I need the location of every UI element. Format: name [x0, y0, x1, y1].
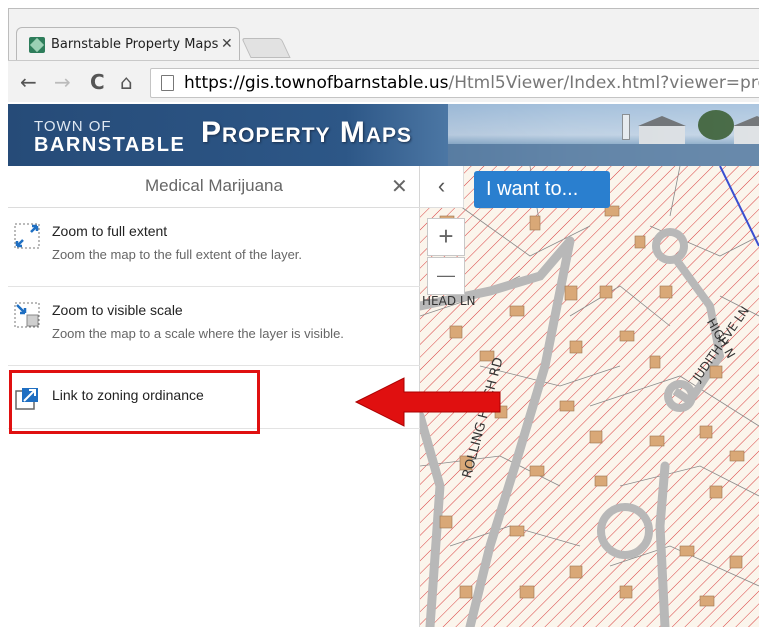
page-icon: [161, 75, 174, 91]
close-icon[interactable]: ✕: [391, 174, 408, 199]
panel-header: Medical Marijuana ✕: [8, 166, 420, 208]
highlight-box: [9, 370, 260, 434]
collapse-panel-button[interactable]: ‹: [420, 166, 464, 208]
home-icon[interactable]: ⌂: [120, 70, 133, 94]
town-of-label: TOWN OF: [34, 118, 112, 135]
favicon-icon: [29, 37, 45, 53]
red-arrow-icon: [354, 377, 501, 427]
zoom-out-button[interactable]: —: [427, 257, 465, 295]
app-title: Property Maps: [201, 116, 413, 149]
url-text: https://gis.townofbarnstable.us/Html5Vie…: [184, 73, 759, 93]
back-arrow-icon[interactable]: ←: [20, 70, 37, 94]
menu-item-label: Zoom to visible scale: [52, 302, 183, 318]
browser-tab[interactable]: Barnstable Property Maps ✕: [16, 27, 240, 60]
zoom-visible-scale-icon: [14, 302, 40, 328]
menu-item-label: Zoom to full extent: [52, 223, 168, 239]
barnstable-label: BARNSTABLE: [34, 134, 186, 156]
zoom-in-button[interactable]: +: [427, 218, 465, 256]
panel-title: Medical Marijuana: [145, 176, 283, 195]
zoom-full-extent-icon: [14, 223, 40, 249]
street-label-head-ln: HEAD LN: [422, 294, 476, 308]
header-photo: [448, 104, 759, 166]
tab-title: Barnstable Property Maps: [51, 37, 219, 52]
i-want-to-button[interactable]: I want to...: [474, 171, 610, 208]
menu-item-zoom-full-extent[interactable]: Zoom to full extent Zoom the map to the …: [8, 209, 420, 287]
menu-item-description: Zoom the map to the full extent of the l…: [52, 247, 303, 262]
forward-arrow-icon[interactable]: →: [54, 70, 71, 94]
address-bar[interactable]: https://gis.townofbarnstable.us/Html5Vie…: [150, 68, 759, 98]
tab-close-icon[interactable]: ✕: [221, 35, 233, 52]
app-header-banner: TOWN OF BARNSTABLE Property Maps: [8, 104, 759, 166]
menu-item-description: Zoom the map to a scale where the layer …: [52, 326, 344, 341]
reload-icon[interactable]: C: [90, 70, 105, 94]
menu-item-zoom-visible-scale[interactable]: Zoom to visible scale Zoom the map to a …: [8, 288, 420, 366]
